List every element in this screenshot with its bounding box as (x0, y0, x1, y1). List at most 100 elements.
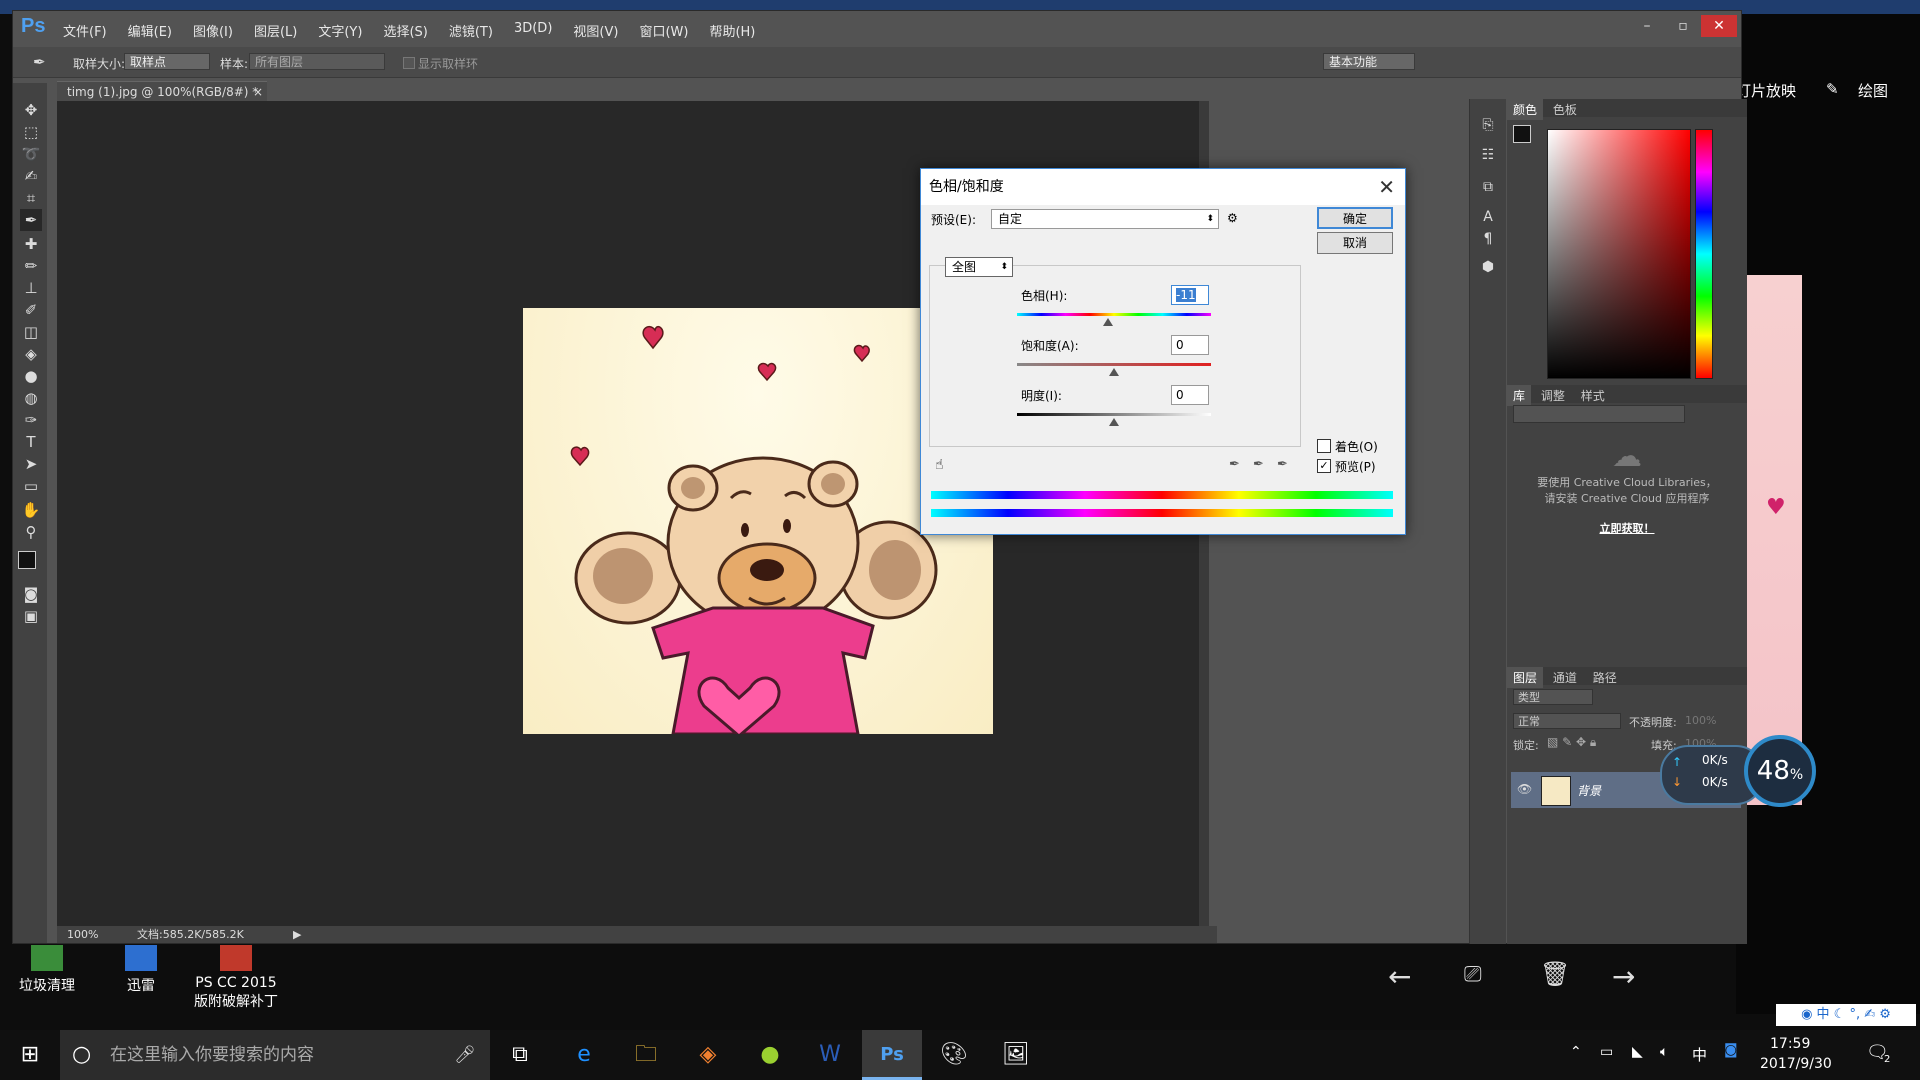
tab-swatches[interactable]: 色板 (1547, 99, 1583, 120)
cc-get-link[interactable]: 立即获取！ (1507, 520, 1747, 536)
channel-select[interactable]: 全图 ⬍ (945, 257, 1013, 277)
eraser-tool-icon[interactable]: ◫ (20, 321, 42, 343)
microphone-icon[interactable]: 🎤︎ (454, 1030, 476, 1080)
subtract-eyedropper-icon[interactable]: ✒ (1277, 457, 1288, 472)
menu-layer[interactable]: 图层(L) (254, 21, 297, 40)
3d-panel-icon[interactable]: ⬢ (1478, 259, 1498, 279)
ime-toolbar[interactable]: ◉ 中 ☾ °, ✍ ⚙ (1776, 1004, 1916, 1026)
dialog-close-icon[interactable]: ✕ (1378, 175, 1395, 199)
eyedropper-tool-icon[interactable]: ✒ (20, 209, 42, 231)
lightness-slider-track[interactable] (1017, 413, 1211, 416)
history-panel-icon[interactable]: ⎘ (1478, 117, 1498, 137)
wifi-icon[interactable]: ◣ (1632, 1044, 1643, 1060)
lock-icons[interactable]: ▧ ✎ ✥ 🔒︎ (1547, 735, 1596, 750)
tab-libraries[interactable]: 库 (1507, 385, 1532, 406)
properties-panel-icon[interactable]: ☷ (1478, 147, 1498, 167)
type-tool-icon[interactable]: T (20, 431, 42, 453)
foreground-color-swatch[interactable] (18, 551, 36, 569)
cortana-circle-icon[interactable]: ○ (72, 1030, 91, 1080)
dodge-tool-icon[interactable]: ◍ (20, 387, 42, 409)
eyedropper-icon[interactable]: ✒ (1229, 457, 1240, 472)
document-tab-close[interactable]: × (253, 82, 263, 102)
app-orange-icon[interactable]: ◈ (678, 1030, 738, 1080)
tab-styles[interactable]: 样式 (1575, 385, 1611, 406)
delete-trash-icon[interactable]: 🗑︎ (1540, 960, 1570, 988)
hue-slider[interactable] (1695, 129, 1713, 379)
network-speed-widget[interactable]: ↑ 0K/s ↓ 0K/s 48% (1660, 735, 1816, 809)
clock-time[interactable]: 17:59 (1770, 1036, 1810, 1052)
hue-input[interactable]: -11 (1171, 285, 1209, 305)
taskbar-search-box[interactable]: ○ 在这里输入你要搜索的内容 🎤︎ (60, 1030, 490, 1080)
photos-app-icon[interactable]: 🖼︎ (986, 1030, 1046, 1080)
opacity-value[interactable]: 100% (1685, 714, 1716, 727)
tab-layers[interactable]: 图层 (1507, 667, 1544, 688)
next-arrow-icon[interactable]: → (1612, 960, 1635, 993)
show-ring-checkbox[interactable] (403, 57, 415, 69)
tab-color[interactable]: 颜色 (1507, 99, 1544, 120)
maximize-button[interactable]: ▫ (1665, 15, 1701, 37)
blend-mode-select[interactable]: 正常 (1513, 713, 1621, 729)
close-button[interactable]: ✕ (1701, 15, 1737, 37)
slideshow-icon[interactable]: ⎚ (1464, 962, 1482, 987)
path-select-icon[interactable]: ➤ (20, 453, 42, 475)
visibility-eye-icon[interactable]: 👁︎ (1517, 782, 1532, 796)
word-icon[interactable]: W (800, 1030, 860, 1080)
character-panel-icon[interactable]: A (1478, 209, 1498, 229)
desktop-icon-ps-patch[interactable]: PS CC 2015 版附破解补丁 (186, 945, 286, 1011)
qq-tray-icon[interactable]: ◙ (1724, 1042, 1738, 1058)
quick-mask-icon[interactable]: ◙ (20, 583, 42, 605)
color-field[interactable] (1547, 129, 1691, 379)
preset-options-gear-icon[interactable]: ⚙ (1227, 211, 1238, 225)
draw-button[interactable]: 绘图 (1858, 80, 1888, 101)
preview-checkbox[interactable]: ✓ (1317, 459, 1331, 473)
lightness-slider-thumb[interactable] (1109, 418, 1119, 426)
clock-date[interactable]: 2017/9/30 (1760, 1056, 1832, 1072)
stamp-tool-icon[interactable]: ⊥ (20, 277, 42, 299)
saturation-slider-track[interactable] (1017, 363, 1211, 366)
crop-tool-icon[interactable]: ⌗ (20, 187, 42, 209)
paint-bucket-icon[interactable]: ◈ (20, 343, 42, 365)
app-green-circle-icon[interactable]: ● (740, 1030, 800, 1080)
menu-filter[interactable]: 滤镜(T) (449, 21, 493, 40)
move-tool-icon[interactable]: ✥ (20, 99, 42, 121)
workspace-select[interactable]: 基本功能 (1323, 53, 1415, 70)
hue-slider-track[interactable] (1017, 313, 1211, 316)
targeted-adjustment-hand-icon[interactable]: ☝ (935, 457, 944, 473)
cancel-button[interactable]: 取消 (1317, 232, 1393, 254)
photoshop-taskbar-icon[interactable]: Ps (862, 1030, 922, 1080)
zoom-level[interactable]: 100% (67, 926, 98, 943)
sample-select[interactable]: 所有图层 (249, 53, 385, 70)
colorize-checkbox[interactable] (1317, 439, 1331, 453)
battery-icon[interactable]: ▭ (1600, 1044, 1613, 1060)
lasso-tool-icon[interactable]: ➰ (20, 143, 42, 165)
menu-help[interactable]: 帮助(H) (709, 21, 755, 40)
quick-select-tool-icon[interactable]: ✍ (20, 165, 42, 187)
tab-channels[interactable]: 通道 (1547, 667, 1583, 688)
volume-icon[interactable]: 🔈︎ (1660, 1044, 1668, 1060)
eyedropper-icon[interactable]: ✒ (33, 53, 46, 71)
menu-view[interactable]: 视图(V) (573, 21, 618, 40)
pen-tool-icon[interactable]: ✑ (20, 409, 42, 431)
ime-indicator[interactable]: 中 (1692, 1044, 1707, 1065)
marquee-tool-icon[interactable]: ⬚ (20, 121, 42, 143)
menu-file[interactable]: 文件(F) (63, 21, 107, 40)
layer-filter-select[interactable]: 类型 (1513, 689, 1593, 705)
menu-edit[interactable]: 编辑(E) (128, 21, 172, 40)
hue-slider-thumb[interactable] (1103, 318, 1113, 326)
minimize-button[interactable]: – (1629, 15, 1665, 37)
draw-icon[interactable]: ✎ (1826, 80, 1839, 98)
layer-name[interactable]: 背景 (1577, 782, 1601, 799)
menu-window[interactable]: 窗口(W) (639, 21, 688, 40)
edge-browser-icon[interactable]: e (554, 1030, 614, 1080)
lightness-input[interactable]: 0 (1171, 385, 1209, 405)
desktop-icon-cleaner[interactable]: 垃圾清理 (12, 945, 82, 995)
ok-button[interactable]: 确定 (1317, 207, 1393, 229)
menu-image[interactable]: 图像(I) (193, 21, 233, 40)
healing-brush-icon[interactable]: ✚ (20, 233, 42, 255)
tray-chevron-up-icon[interactable]: ⌃ (1570, 1044, 1582, 1060)
menu-3d[interactable]: 3D(D) (514, 21, 552, 40)
rectangle-tool-icon[interactable]: ▭ (20, 475, 42, 497)
history-brush-icon[interactable]: ✐ (20, 299, 42, 321)
add-eyedropper-icon[interactable]: ✒ (1253, 457, 1264, 472)
previous-arrow-icon[interactable]: ← (1388, 960, 1411, 993)
